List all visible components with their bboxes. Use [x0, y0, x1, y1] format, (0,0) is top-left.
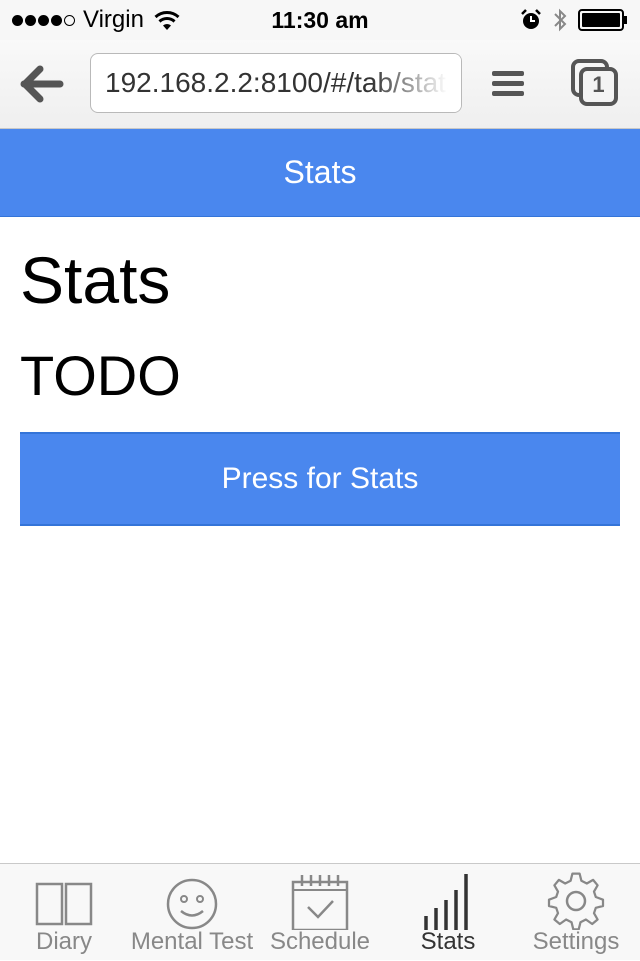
tab-label: Stats [420, 928, 476, 955]
browser-toolbar: 192.168.2.2:8100/#/tab/stats 1 [0, 40, 640, 129]
tab-label: Mental Test [130, 928, 254, 955]
page-title: Stats [20, 243, 171, 317]
header-title: Stats [283, 154, 357, 190]
todo-heading: TODO [20, 344, 181, 407]
book-icon [35, 882, 93, 926]
app-header: Stats [0, 129, 640, 217]
tab-label: Settings [532, 928, 620, 955]
tab-diary[interactable]: Diary [0, 864, 128, 961]
tab-schedule[interactable]: Schedule [256, 864, 384, 961]
stats-bars-icon [424, 874, 468, 930]
press-for-stats-button[interactable]: Press for Stats [20, 432, 620, 526]
battery-icon [578, 9, 627, 31]
address-bar[interactable]: 192.168.2.2:8100/#/tab/stats [90, 53, 462, 113]
tab-settings[interactable]: Settings [512, 864, 640, 961]
tab-mental-test[interactable]: Mental Test [128, 864, 256, 961]
menu-icon[interactable] [490, 66, 526, 102]
status-bar: Virgin 11:30 am [0, 0, 640, 40]
smiley-icon [166, 878, 218, 930]
tab-stats[interactable]: Stats [384, 864, 512, 961]
alarm-icon [521, 9, 541, 29]
bluetooth-icon [554, 8, 567, 32]
tab-label: Schedule [269, 928, 371, 955]
calendar-icon [291, 875, 349, 930]
browser-tabs-button[interactable]: 1 [570, 58, 620, 108]
tab-bar: Diary Mental Test Schedule Stats Setting… [0, 863, 640, 960]
gear-icon [547, 872, 605, 930]
back-arrow-icon[interactable] [20, 64, 66, 104]
tab-count: 1 [592, 72, 605, 97]
status-right [520, 7, 628, 33]
